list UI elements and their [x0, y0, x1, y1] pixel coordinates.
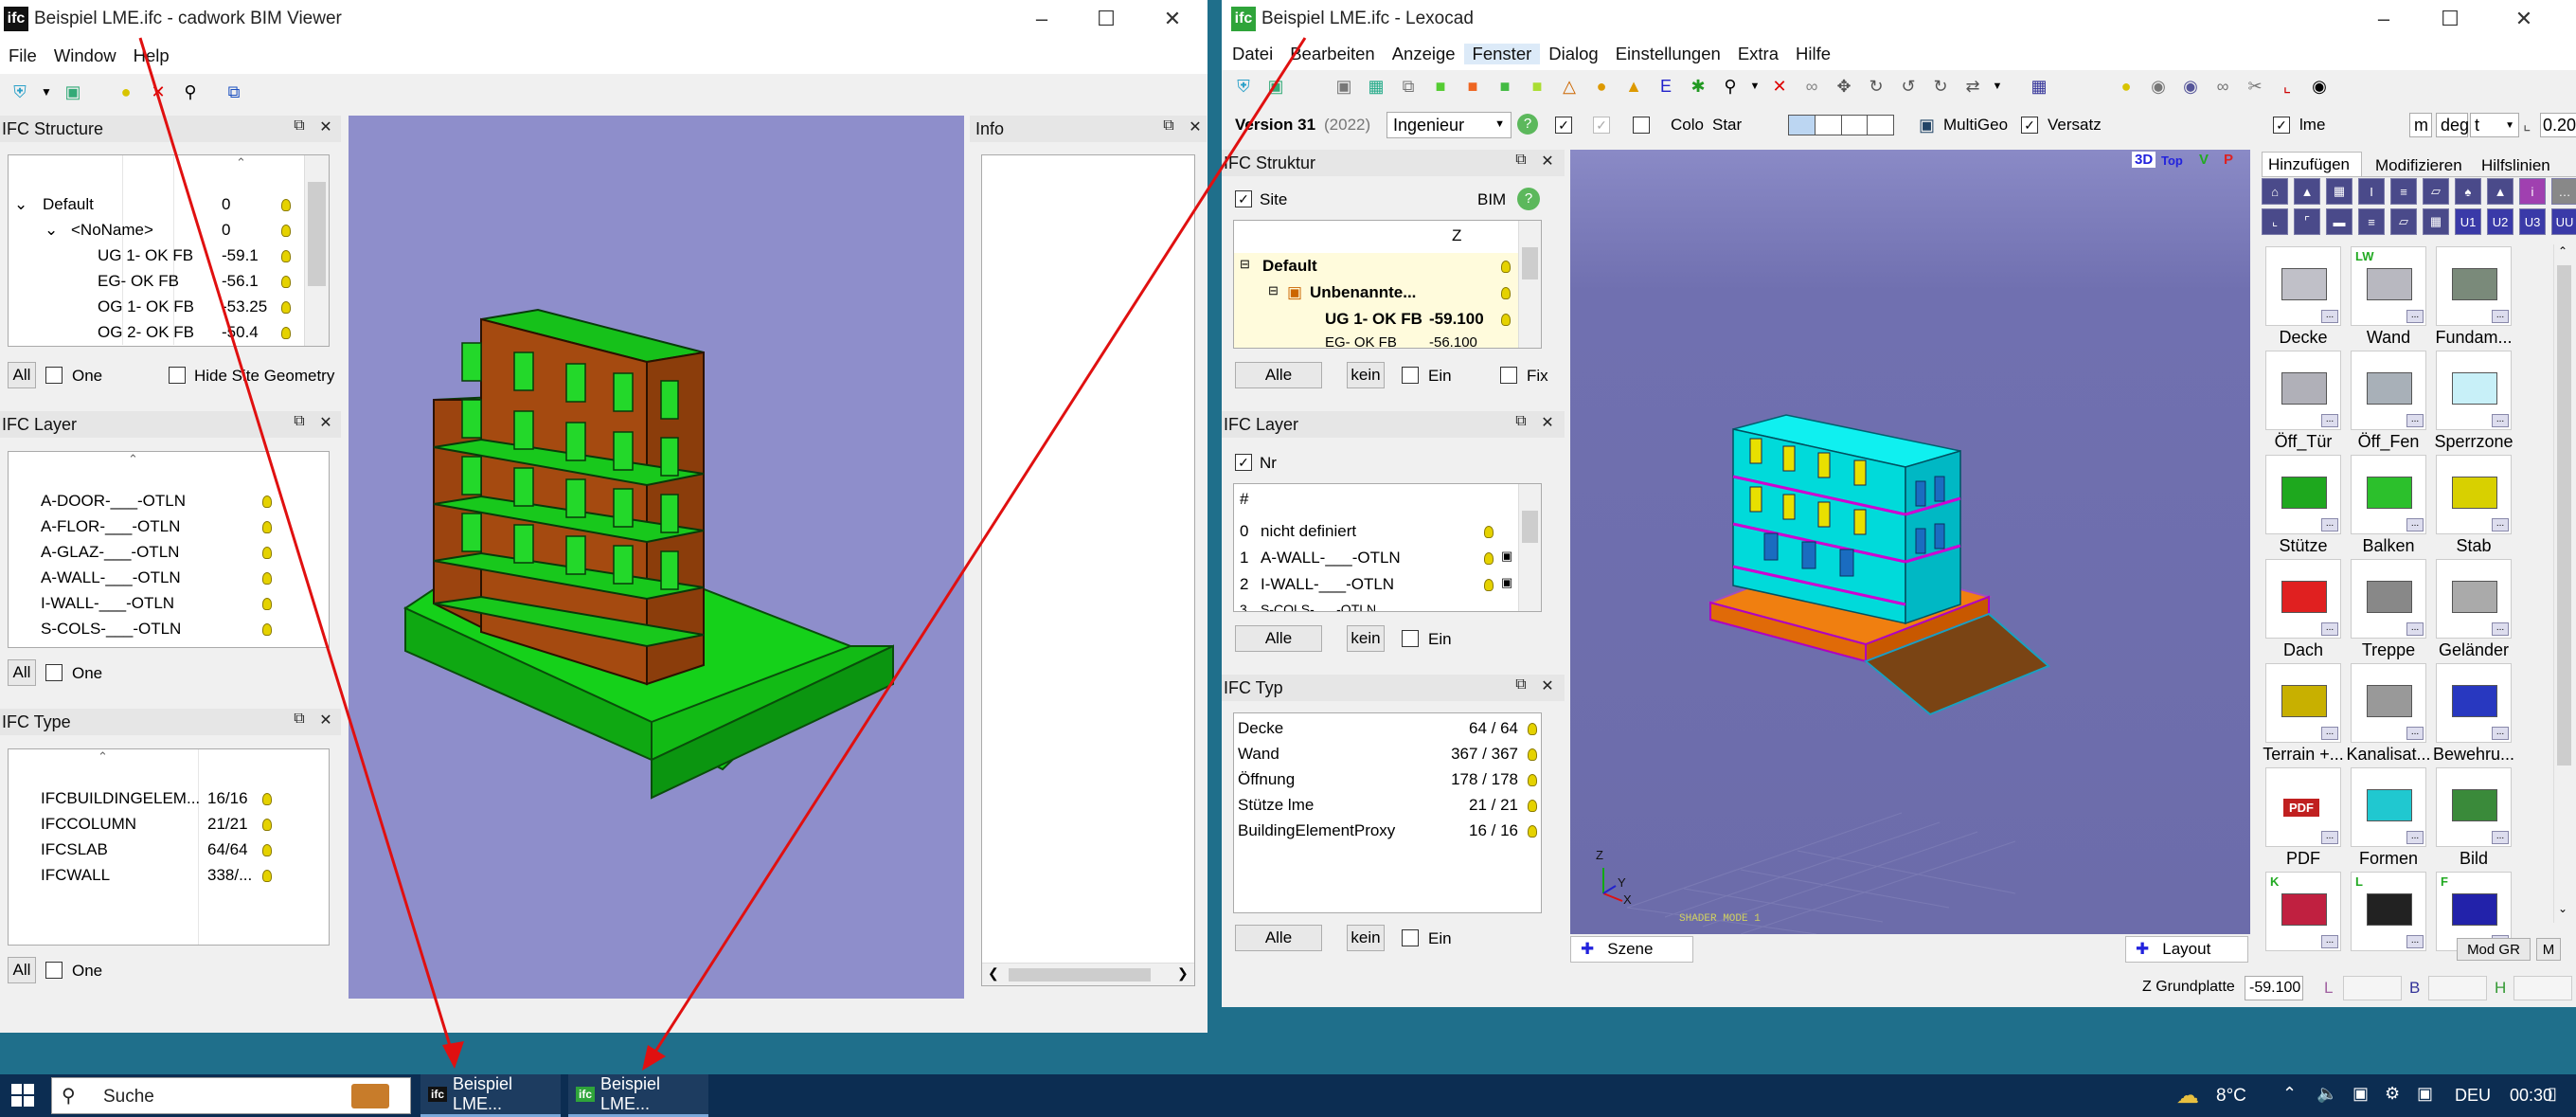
task-label: Beispiel LME...: [453, 1074, 513, 1113]
temperature[interactable]: 8°C: [2216, 1086, 2246, 1107]
search-icon: ⚲: [62, 1086, 76, 1107]
clock[interactable]: 00:30: [2510, 1086, 2552, 1106]
search-placeholder: Suche: [103, 1087, 154, 1107]
weather-icon[interactable]: ☁: [2176, 1082, 2199, 1109]
windows-start-icon[interactable]: [11, 1084, 34, 1107]
language[interactable]: DEU: [2455, 1086, 2491, 1106]
vpn-icon[interactable]: ▣: [2352, 1084, 2369, 1104]
notification-icon[interactable]: ▯: [2548, 1084, 2557, 1104]
ifc-app-icon: ifc: [428, 1087, 448, 1102]
network-icon[interactable]: ▣: [2417, 1084, 2433, 1104]
speaker-icon[interactable]: 🔈: [2317, 1084, 2337, 1104]
taskbar-app-cadwork[interactable]: ifc Beispiel LME...: [420, 1074, 561, 1117]
taskbar: ⚲ Suche ifc Beispiel LME... ifc Beispiel L…: [0, 1074, 2576, 1117]
taskbar-app-lexocad[interactable]: ifc Beispiel LME...: [568, 1074, 708, 1117]
chevron-up-icon[interactable]: ⌃: [2282, 1084, 2297, 1104]
red-arrows: [138, 37, 1307, 1071]
task-label: Beispiel LME...: [600, 1074, 661, 1113]
settings-icon[interactable]: ⚙: [2385, 1084, 2400, 1104]
ifc-app-icon: ifc: [576, 1087, 596, 1102]
search-box[interactable]: ⚲ Suche: [51, 1077, 411, 1114]
briefcase-icon: [351, 1084, 389, 1108]
